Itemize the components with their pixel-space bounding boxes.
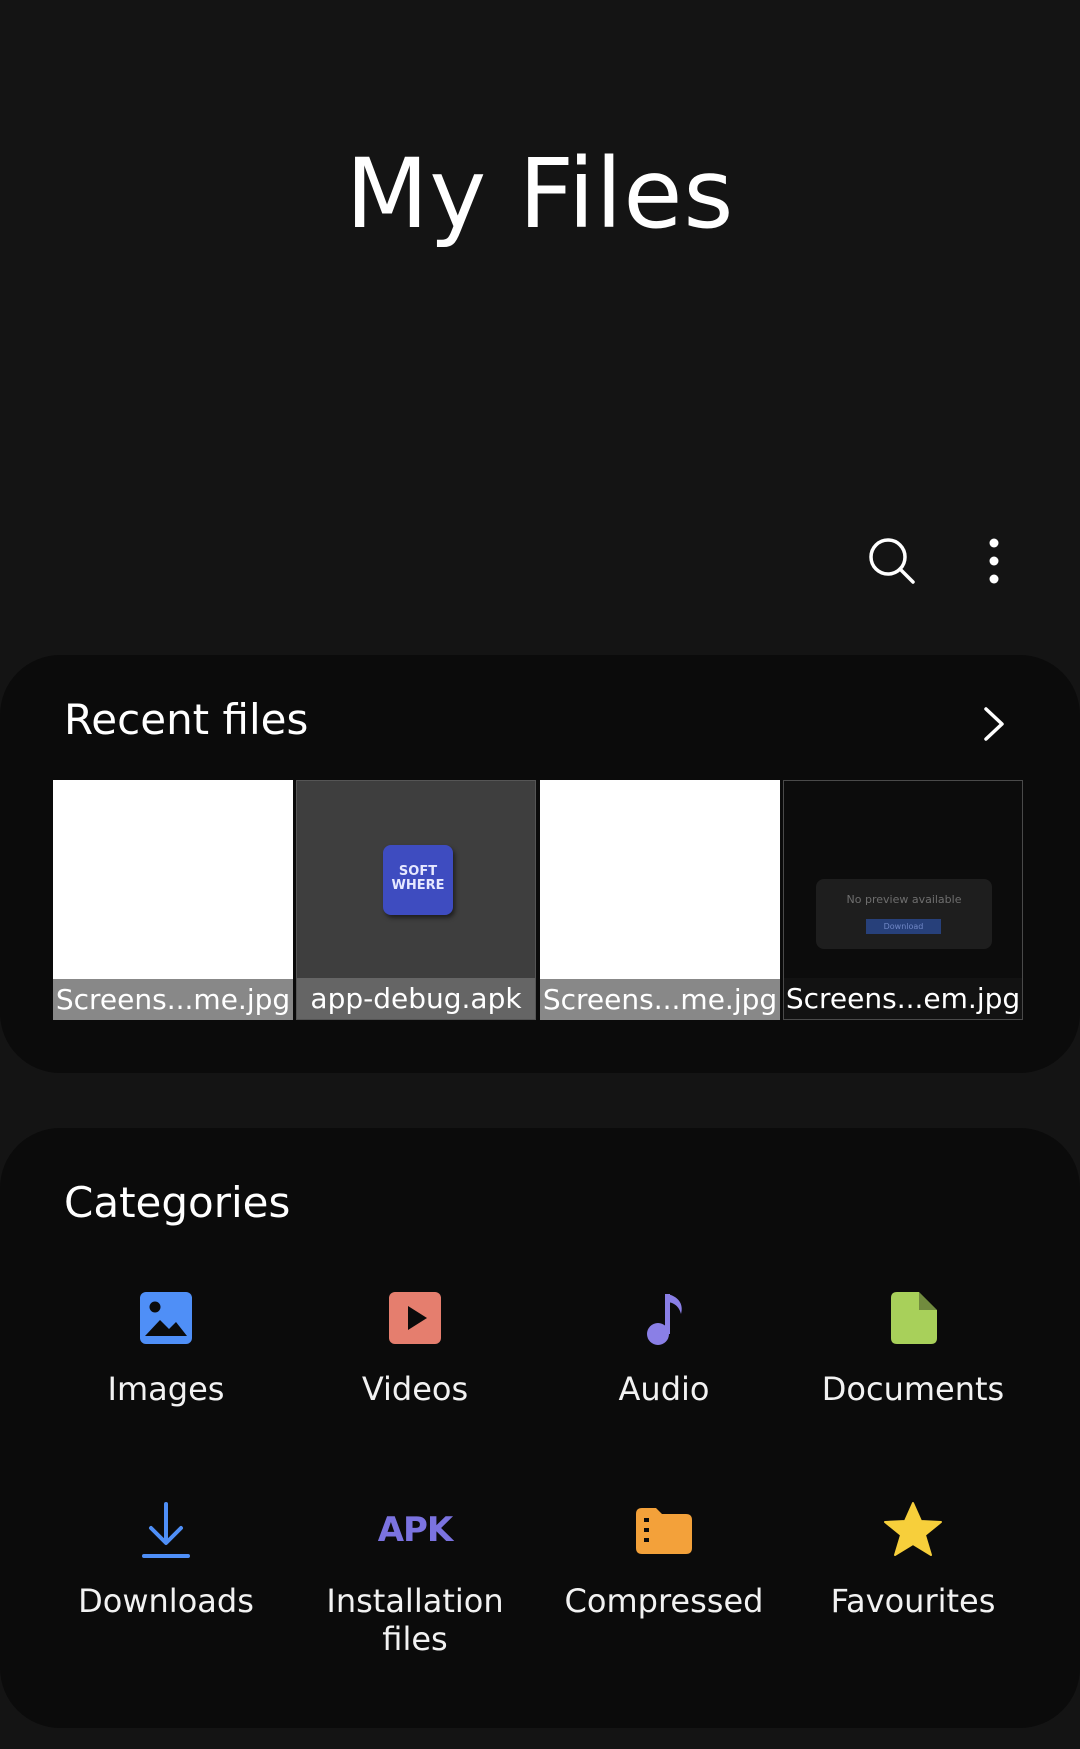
document-icon [891, 1292, 937, 1344]
category-images[interactable]: Images [41, 1288, 291, 1438]
category-videos[interactable]: Videos [290, 1288, 540, 1438]
file-name: Screens...me.jpg [540, 979, 780, 1020]
recent-file-item[interactable]: SOFT WHERE app-debug.apk [296, 780, 536, 1020]
categories-title: Categories [64, 1178, 291, 1227]
recent-file-item[interactable]: Screens...me.jpg [53, 780, 293, 1020]
category-label: Audio [618, 1370, 710, 1408]
star-icon [884, 1502, 942, 1556]
category-compressed[interactable]: Compressed [539, 1500, 789, 1700]
category-label: Favourites [830, 1582, 996, 1620]
video-icon [389, 1292, 441, 1344]
category-label: Installation files [326, 1582, 504, 1658]
chevron-right-icon[interactable] [974, 699, 1014, 749]
folder-icon [636, 1508, 692, 1554]
preview-text: No preview available [846, 893, 962, 906]
category-favourites[interactable]: Favourites [788, 1500, 1038, 1700]
category-label: Videos [361, 1370, 469, 1408]
recent-files-list: Screens...me.jpg SOFT WHERE app-debug.ap… [53, 780, 1025, 1020]
file-name: app-debug.apk [297, 978, 535, 1019]
my-files-screen: My Files Recent files Screens...me.jpg S… [0, 0, 1080, 1749]
preview-download-button: Download [866, 919, 941, 934]
category-installation-files[interactable]: APK Installation files [290, 1500, 540, 1700]
music-note-icon [647, 1294, 682, 1345]
apk-icon: APK [377, 1510, 454, 1550]
category-label: Downloads [78, 1582, 254, 1620]
recent-file-item[interactable]: Screens...me.jpg [540, 780, 780, 1020]
recent-files-title: Recent files [64, 695, 309, 744]
more-options-icon [989, 538, 999, 584]
search-icon [869, 538, 915, 584]
recent-files-card: Recent files Screens...me.jpg SOFT WHERE… [0, 655, 1080, 1073]
category-label: Images [107, 1370, 225, 1408]
page-title: My Files [345, 138, 735, 250]
category-downloads[interactable]: Downloads [41, 1500, 291, 1700]
recent-file-item[interactable]: No preview available Download Screens...… [783, 780, 1023, 1020]
download-icon [142, 1502, 190, 1558]
category-label: Compressed [564, 1582, 764, 1620]
file-name: Screens...em.jpg [784, 978, 1022, 1019]
more-options-button[interactable] [959, 526, 1029, 596]
category-label: Documents [821, 1370, 1005, 1408]
category-documents[interactable]: Documents [788, 1288, 1038, 1438]
category-audio[interactable]: Audio [539, 1288, 789, 1438]
app-logo: SOFT WHERE [383, 845, 453, 915]
image-icon [140, 1292, 192, 1344]
categories-card: Categories Images Videos Audio Documents… [0, 1128, 1080, 1728]
file-name: Screens...me.jpg [53, 979, 293, 1020]
search-button[interactable] [857, 526, 927, 596]
preview-placeholder: No preview available Download [816, 879, 992, 949]
